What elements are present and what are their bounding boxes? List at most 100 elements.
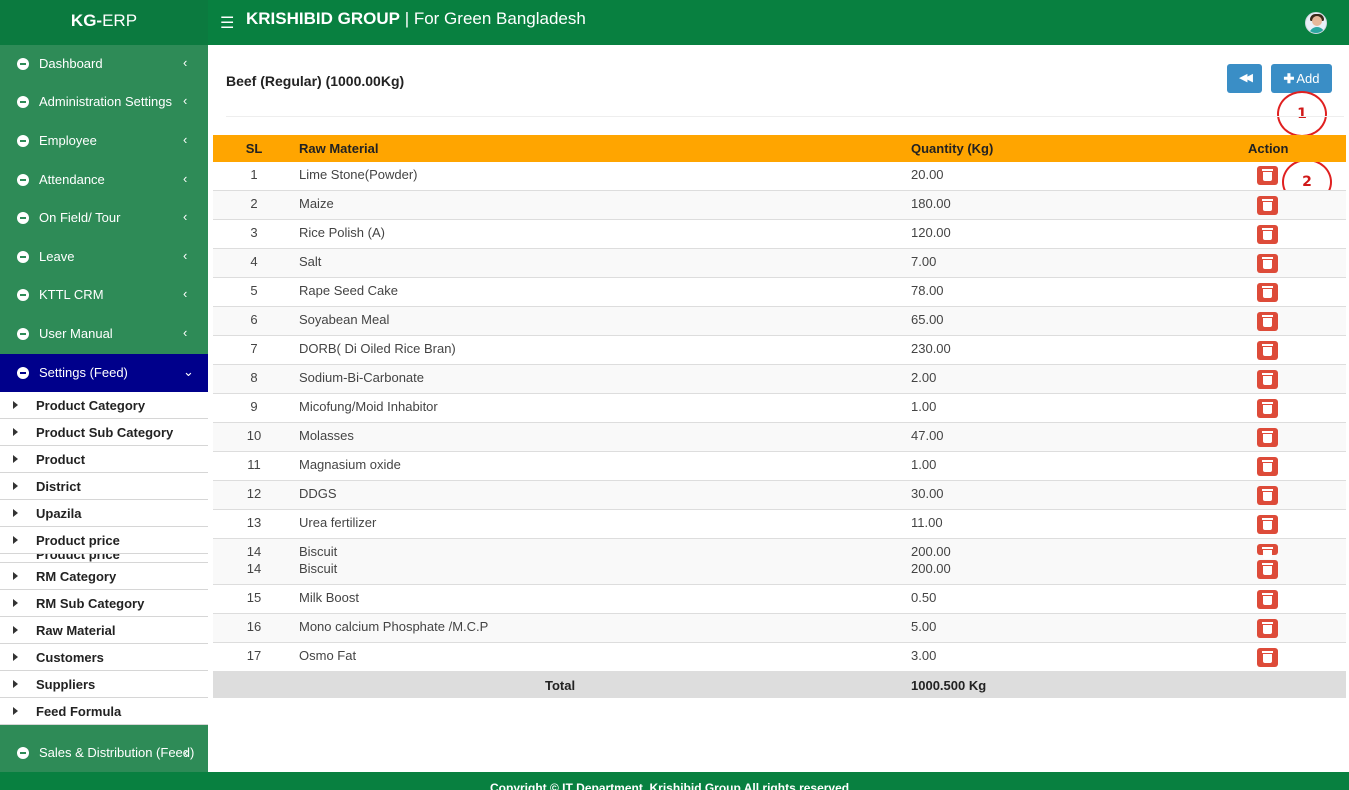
submenu-item-product-category[interactable]: Product Category [0, 392, 208, 419]
chevron-left-icon: ‹ [183, 286, 188, 301]
add-button[interactable]: ✚ Add [1271, 64, 1332, 93]
delete-button[interactable] [1257, 254, 1278, 273]
header-raw-material: Raw Material [299, 141, 379, 156]
table-row: 5 Rape Seed Cake 78.00 [213, 278, 1346, 307]
chevron-left-icon: ‹ [183, 171, 188, 186]
sidebar-item-administration-settings[interactable]: Administration Settings ‹ [0, 83, 208, 121]
settings-feed-submenu: Product Category Product Sub Category Pr… [0, 392, 208, 725]
caret-right-icon [13, 455, 18, 463]
delete-button[interactable] [1257, 515, 1278, 534]
submenu-item-suppliers[interactable]: Suppliers [0, 671, 208, 698]
table-row: 9 Micofung/Moid Inhabitor 1.00 [213, 394, 1346, 423]
submenu-item-customers[interactable]: Customers [0, 644, 208, 671]
table-row: 12 DDGS 30.00 [213, 481, 1346, 510]
delete-button[interactable] [1257, 283, 1278, 302]
sidebar-item-leave[interactable]: Leave ‹ [0, 238, 208, 276]
minus-circle-icon [17, 251, 29, 263]
formula-table: SL Raw Material Quantity (Kg) Action 1 Li… [213, 135, 1346, 698]
caret-right-icon [13, 653, 18, 661]
delete-button[interactable] [1257, 560, 1278, 579]
submenu-item-rm-sub-category[interactable]: RM Sub Category [0, 590, 208, 617]
submenu-item-district[interactable]: District [0, 473, 208, 500]
table-row: 11 Magnasium oxide 1.00 [213, 452, 1346, 481]
delete-button[interactable] [1257, 619, 1278, 638]
delete-button[interactable] [1257, 166, 1278, 185]
sidebar-item-settings-feed[interactable]: Settings (Feed) ⌄ [0, 354, 208, 392]
caret-right-icon [13, 482, 18, 490]
sidebar-item-on-field-tour[interactable]: On Field/ Tour ‹ [0, 199, 208, 237]
page-footer: Copyright © IT Department, Krishibid Gro… [0, 772, 1349, 790]
table-row: 4 Salt 7.00 [213, 249, 1346, 278]
table-row: 17 Osmo Fat 3.00 [213, 643, 1346, 672]
table-row: 14 Biscuit 200.00 14 Biscuit 200.00 [213, 539, 1346, 585]
header-quantity: Quantity (Kg) [911, 141, 994, 156]
delete-button[interactable] [1257, 225, 1278, 244]
delete-button[interactable] [1257, 428, 1278, 447]
delete-button[interactable] [1257, 370, 1278, 389]
minus-circle-icon [17, 747, 29, 759]
fast-backward-icon: ◀◀ [1239, 72, 1253, 84]
delete-button[interactable] [1257, 196, 1278, 215]
submenu-item-product-price-duplicate[interactable]: Product price [0, 554, 208, 563]
total-label: Total [545, 678, 576, 693]
table-row: 10 Molasses 47.00 [213, 423, 1346, 452]
brand-title: KRISHIBID GROUP | For Green Bangladesh [246, 9, 586, 28]
submenu-item-raw-material[interactable]: Raw Material [0, 617, 208, 644]
header-sl: SL [245, 141, 263, 156]
minus-circle-icon [17, 289, 29, 301]
table-header: SL Raw Material Quantity (Kg) Action [213, 135, 1346, 162]
chevron-left-icon: ‹ [183, 248, 188, 263]
caret-right-icon [13, 626, 18, 634]
top-navbar: KG-ERP ☰ KRISHIBID GROUP | For Green Ban… [0, 0, 1349, 45]
table-row: 15 Milk Boost 0.50 [213, 585, 1346, 614]
submenu-item-product-price[interactable]: Product price [0, 527, 208, 554]
caret-right-icon [13, 401, 18, 409]
chevron-left-icon: ‹ [183, 93, 188, 108]
caret-right-icon [13, 707, 18, 715]
chevron-left-icon: ‹ [184, 745, 189, 760]
delete-button[interactable] [1257, 544, 1278, 559]
chevron-left-icon: ‹ [183, 55, 188, 70]
sidebar-item-kttl-crm[interactable]: KTTL CRM ‹ [0, 276, 208, 314]
minus-circle-icon [17, 328, 29, 340]
sidebar-item-employee[interactable]: Employee ‹ [0, 122, 208, 160]
table-row: 1 Lime Stone(Powder) 20.00 [213, 162, 1346, 191]
caret-right-icon [13, 536, 18, 544]
app-logo[interactable]: KG-ERP [0, 0, 208, 45]
sidebar-item-attendance[interactable]: Attendance ‹ [0, 161, 208, 199]
minus-circle-icon [17, 58, 29, 70]
main-content: Beef (Regular) (1000.00Kg) ◀◀ ✚ Add 1 2 S… [208, 45, 1349, 772]
sidebar-item-sales-distribution-feed[interactable]: Sales & Distribution (Feed) ‹ [0, 733, 208, 773]
minus-circle-icon [17, 96, 29, 108]
delete-button[interactable] [1257, 486, 1278, 505]
hamburger-icon[interactable]: ☰ [220, 13, 234, 33]
table-row: 7 DORB( Di Oiled Rice Bran) 230.00 [213, 336, 1346, 365]
chevron-down-icon: ⌄ [183, 364, 194, 379]
chevron-left-icon: ‹ [183, 132, 188, 147]
submenu-item-rm-category[interactable]: RM Category [0, 563, 208, 590]
submenu-item-upazila[interactable]: Upazila [0, 500, 208, 527]
delete-button[interactable] [1257, 312, 1278, 331]
table-footer: Total 1000.500 Kg [213, 672, 1346, 698]
chevron-left-icon: ‹ [183, 325, 188, 340]
total-value: 1000.500 Kg [911, 678, 987, 693]
table-row: 3 Rice Polish (A) 120.00 [213, 220, 1346, 249]
submenu-item-product-sub-category[interactable]: Product Sub Category [0, 419, 208, 446]
caret-right-icon [13, 599, 18, 607]
delete-button[interactable] [1257, 457, 1278, 476]
delete-button[interactable] [1257, 648, 1278, 667]
delete-button[interactable] [1257, 590, 1278, 609]
caret-right-icon [13, 680, 18, 688]
submenu-item-feed-formula[interactable]: Feed Formula [0, 698, 208, 725]
delete-button[interactable] [1257, 399, 1278, 418]
sidebar-item-user-manual[interactable]: User Manual ‹ [0, 315, 208, 353]
annotation-circle-1: 1 [1277, 91, 1327, 137]
back-button[interactable]: ◀◀ [1227, 64, 1262, 93]
user-avatar-icon[interactable] [1305, 12, 1327, 34]
delete-button[interactable] [1257, 341, 1278, 360]
sidebar-item-dashboard[interactable]: Dashboard ‹ [0, 45, 208, 83]
minus-circle-icon [17, 135, 29, 147]
submenu-item-product[interactable]: Product [0, 446, 208, 473]
table-row: 8 Sodium-Bi-Carbonate 2.00 [213, 365, 1346, 394]
sidebar: Dashboard ‹ Administration Settings ‹ Em… [0, 45, 208, 790]
